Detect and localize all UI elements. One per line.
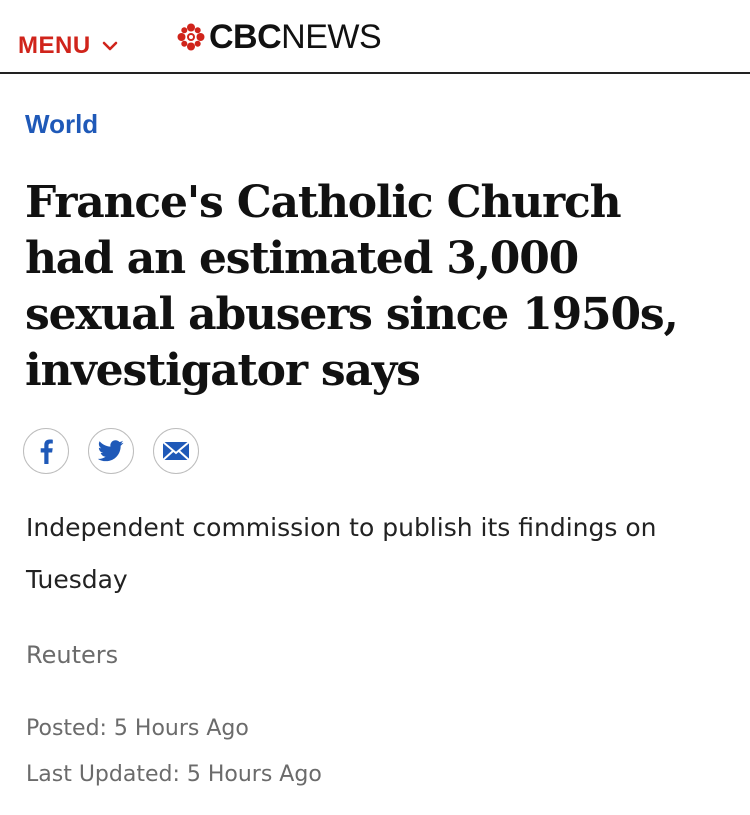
logo-cbc-text: CBC: [209, 18, 282, 56]
section-link-world[interactable]: World: [25, 109, 98, 140]
facebook-icon: [37, 438, 55, 464]
logo-wordmark: CBCNEWS: [209, 18, 382, 56]
share-email-button[interactable]: [153, 428, 199, 474]
article-deck: Independent commission to publish its fi…: [26, 513, 657, 594]
menu-button[interactable]: MENU: [18, 31, 119, 61]
cbc-news-logo[interactable]: CBCNEWS: [177, 18, 382, 56]
share-twitter-button[interactable]: [88, 428, 134, 474]
article-byline: Reuters: [26, 641, 119, 669]
posted-timestamp: Posted: 5 Hours Ago: [26, 716, 249, 741]
cbc-gem-icon: [177, 23, 205, 51]
chevron-down-icon: [101, 37, 119, 55]
article-headline: France's Catholic Church had an estimate…: [25, 177, 679, 396]
menu-label: MENU: [18, 32, 91, 59]
updated-timestamp: Last Updated: 5 Hours Ago: [26, 762, 322, 787]
twitter-icon: [98, 440, 124, 462]
top-navigation-bar: MENU CBCNEWS: [0, 0, 750, 74]
logo-news-text: NEWS: [281, 18, 382, 56]
email-icon: [162, 441, 190, 461]
share-facebook-button[interactable]: [23, 428, 69, 474]
share-buttons: [23, 428, 199, 474]
